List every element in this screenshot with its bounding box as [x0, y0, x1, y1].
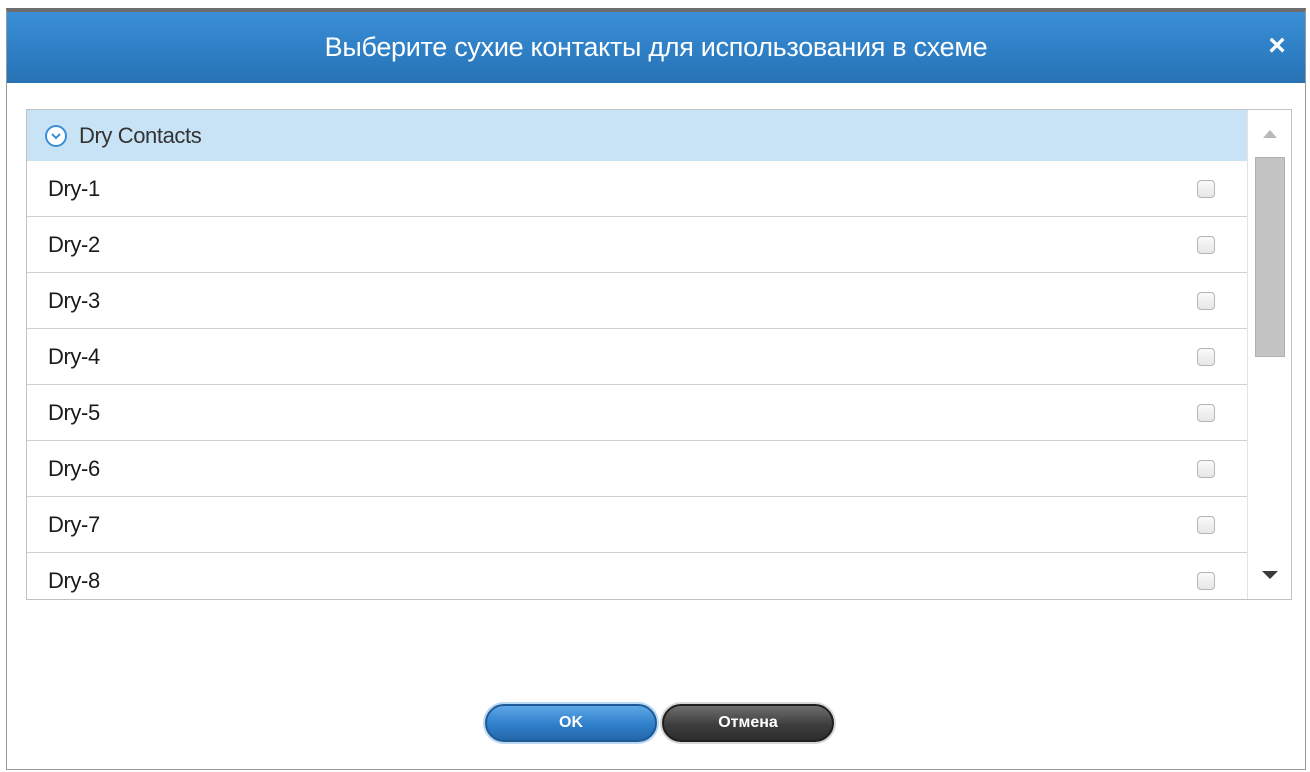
list-item-label: Dry-1	[48, 175, 100, 201]
vertical-scrollbar[interactable]	[1247, 110, 1291, 599]
cancel-button[interactable]: Отмена	[662, 704, 834, 742]
list-item-label: Dry-3	[48, 287, 100, 313]
scroll-down-arrow-icon[interactable]	[1248, 565, 1291, 585]
list-item-label: Dry-8	[48, 567, 100, 593]
list-item-dry-4[interactable]: Dry-4	[27, 329, 1247, 385]
checkbox-dry-3[interactable]	[1197, 291, 1215, 310]
chevron-down-circle-icon[interactable]	[45, 124, 67, 147]
list-item-dry-8[interactable]: Dry-8	[27, 553, 1247, 599]
list-item-label: Dry-4	[48, 343, 100, 369]
list-item-dry-2[interactable]: Dry-2	[27, 217, 1247, 273]
list-item-dry-7[interactable]: Dry-7	[27, 497, 1247, 553]
select-dry-contacts-dialog: Выберите сухие контакты для использовани…	[6, 8, 1306, 770]
list-item-label: Dry-6	[48, 455, 100, 481]
checkbox-dry-2[interactable]	[1197, 235, 1215, 254]
checkbox-dry-6[interactable]	[1197, 459, 1215, 478]
list-item-label: Dry-5	[48, 399, 100, 425]
scroll-up-arrow-icon[interactable]	[1248, 124, 1291, 144]
group-label: Dry Contacts	[79, 122, 202, 148]
list-item-label: Dry-2	[48, 231, 100, 257]
list-item-dry-1[interactable]: Dry-1	[27, 161, 1247, 217]
list-item-dry-5[interactable]: Dry-5	[27, 385, 1247, 441]
scrollbar-thumb[interactable]	[1255, 157, 1285, 357]
dialog-title: Выберите сухие контакты для использовани…	[324, 32, 988, 62]
checkbox-dry-5[interactable]	[1197, 403, 1215, 422]
list-item-dry-3[interactable]: Dry-3	[27, 273, 1247, 329]
list-item-label: Dry-7	[48, 511, 100, 537]
checkbox-dry-7[interactable]	[1197, 515, 1215, 534]
dialog-titlebar: Выберите сухие контакты для использовани…	[7, 12, 1305, 83]
ok-button[interactable]: OK	[485, 704, 657, 742]
checkbox-dry-1[interactable]	[1197, 179, 1215, 198]
checkbox-dry-4[interactable]	[1197, 347, 1215, 366]
dry-contacts-list: Dry Contacts Dry-1 Dry-2 Dry-3 Dry-4 Dry…	[26, 109, 1292, 600]
close-icon[interactable]: ×	[1263, 31, 1291, 61]
list-item-dry-6[interactable]: Dry-6	[27, 441, 1247, 497]
checkbox-dry-8[interactable]	[1197, 571, 1215, 590]
group-header-dry-contacts[interactable]: Dry Contacts	[27, 110, 1247, 161]
list-content: Dry Contacts Dry-1 Dry-2 Dry-3 Dry-4 Dry…	[27, 110, 1247, 599]
